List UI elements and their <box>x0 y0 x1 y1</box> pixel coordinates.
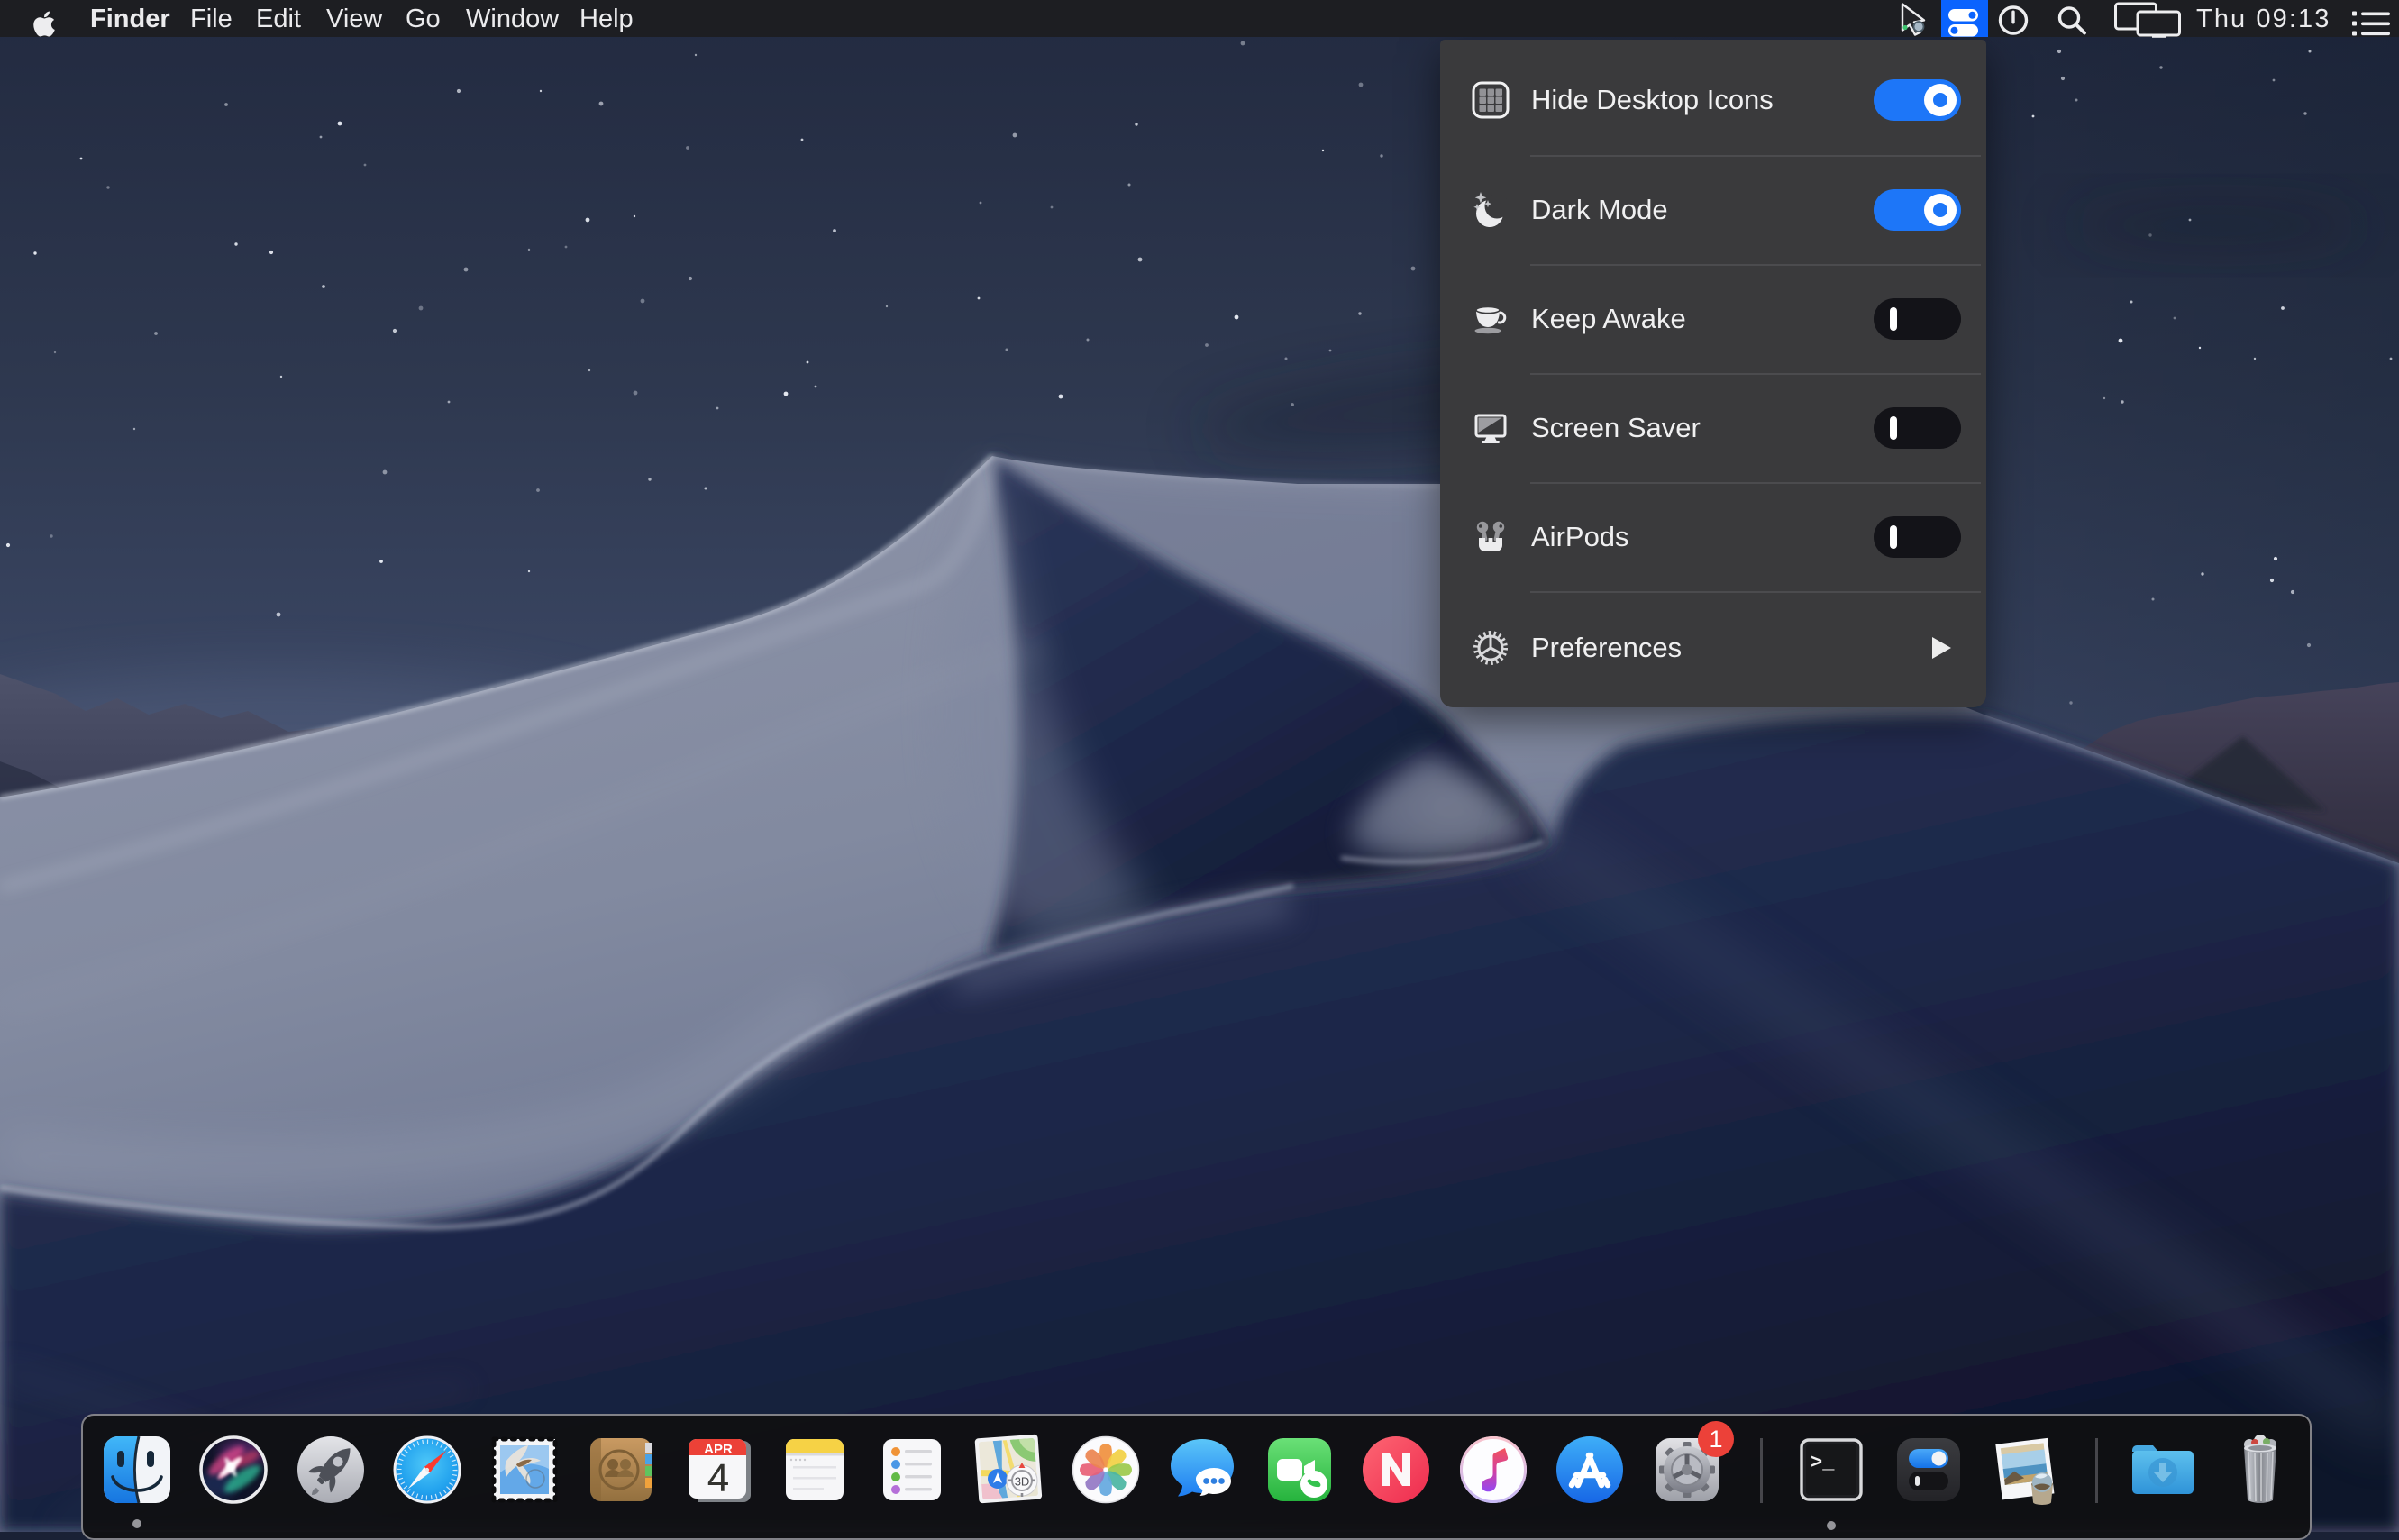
svg-text:APR: APR <box>704 1442 733 1457</box>
svg-text:4: 4 <box>707 1456 729 1500</box>
svg-text:>_: >_ <box>1811 1452 1835 1474</box>
svg-text:3D: 3D <box>1015 1475 1030 1489</box>
